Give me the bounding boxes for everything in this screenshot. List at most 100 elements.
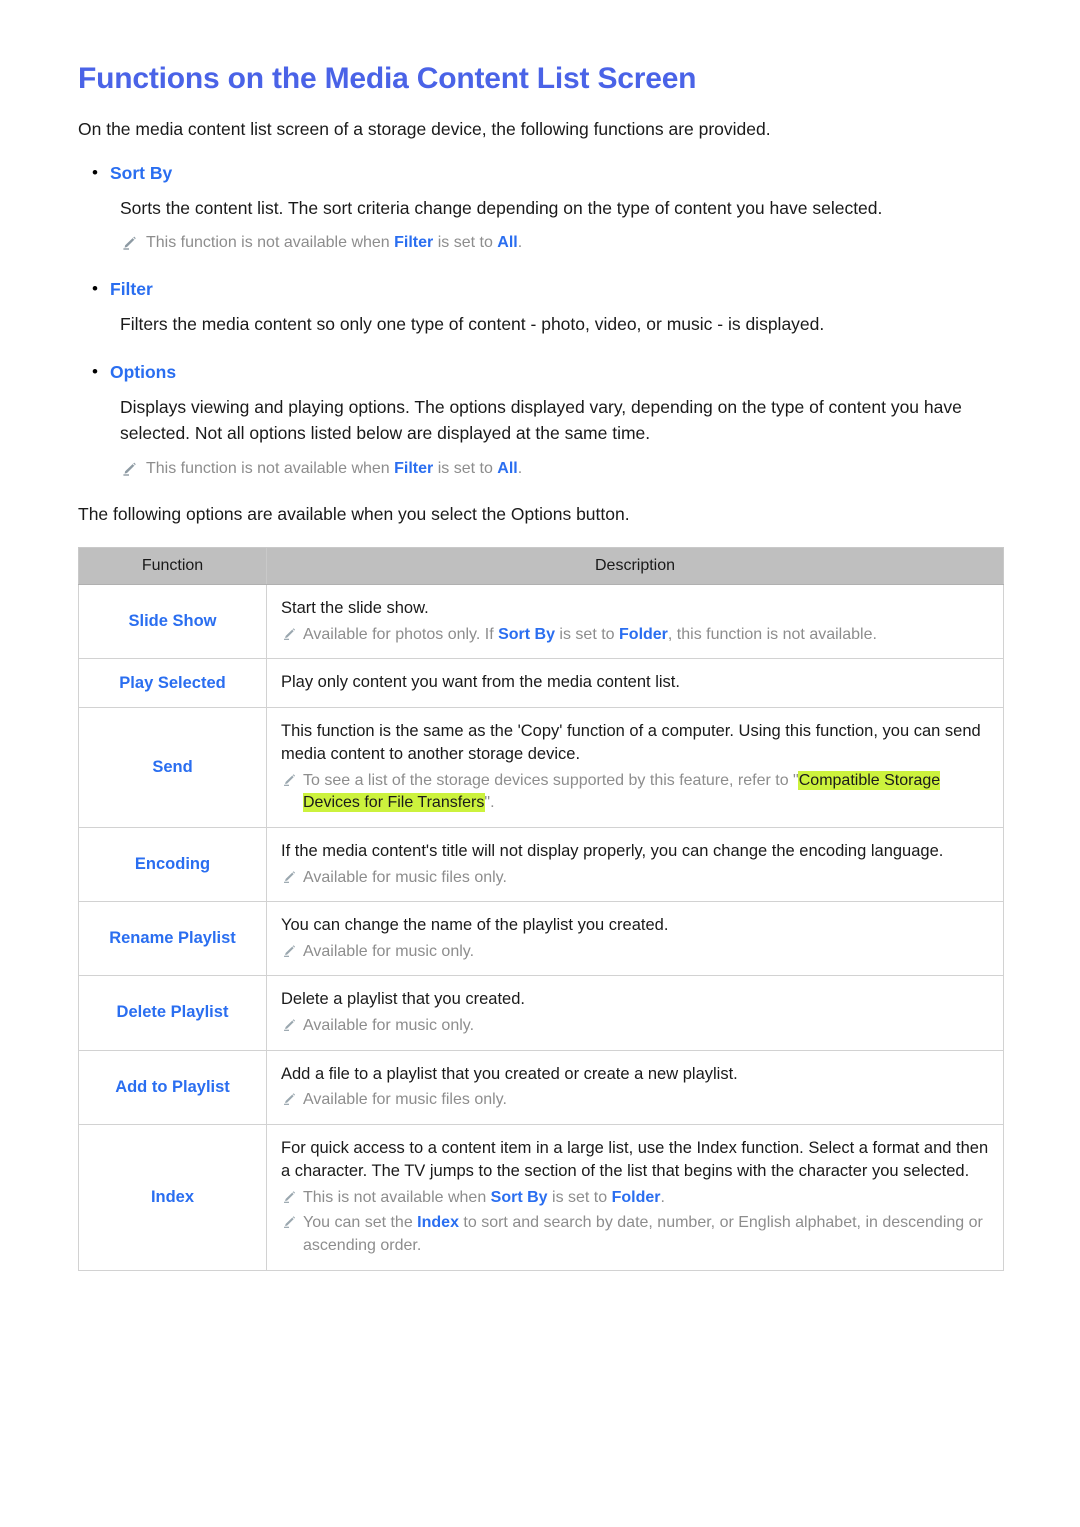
section-body-filter: Filters the media content so only one ty… (120, 313, 825, 334)
table-note: You can set the Index to sort and search… (281, 1212, 989, 1257)
note-text-segment: Available for photos only. If (303, 625, 499, 643)
note-keyword[interactable]: Index (417, 1214, 459, 1231)
table-cell-description: Start the slide show. Available for photo… (266, 584, 1004, 660)
table-note: Available for photos only. If Sort By is… (281, 624, 989, 647)
note-text-segment: is set to (547, 1188, 612, 1206)
column-header-description: Description (266, 547, 1004, 586)
note-mid: is set to (433, 234, 498, 252)
note-keyword[interactable]: Folder (612, 1189, 661, 1206)
note-text-segment: Available for music only. (303, 942, 475, 960)
note-post: . (517, 459, 523, 477)
note-keyword-filter[interactable]: Filter (394, 460, 433, 477)
table-row: Rename Playlist You can change the name o… (78, 901, 1004, 977)
note-text-segment: . (660, 1188, 665, 1206)
table-cell-function[interactable]: Index (78, 1123, 267, 1271)
table-note: Available for music only. (281, 941, 989, 964)
table-cell-description: For quick access to a content item in a … (266, 1123, 1004, 1271)
table-row: Index For quick access to a content item … (78, 1123, 1004, 1271)
note-keyword[interactable]: Sort By (491, 1189, 548, 1206)
description-line: If the media content's title will not di… (281, 842, 944, 861)
table-note-text: To see a list of the storage devices sup… (303, 770, 989, 815)
table-note-text: This is not available when Sort By is se… (303, 1187, 665, 1210)
column-header-function: Function (78, 547, 267, 586)
note-sort-by: This function is not available when Filt… (120, 231, 1002, 254)
note-text: This function is not available when Filt… (146, 231, 522, 254)
page-title: Functions on the Media Content List Scre… (78, 62, 697, 95)
table-cell-description: Delete a playlist that you created. Avail… (266, 975, 1004, 1051)
table-note: To see a list of the storage devices sup… (281, 770, 989, 815)
description-line: Start the slide show. (281, 599, 429, 618)
table-header-row: Function Description (78, 547, 1004, 586)
table-cell-description: Add a file to a playlist that you create… (266, 1049, 1004, 1125)
note-text-segment: Available for music only. (303, 1016, 475, 1034)
bullet-icon: • (92, 362, 98, 382)
section-label-options[interactable]: Options (110, 359, 176, 385)
section-filter: • Filter Filters the media content so on… (78, 276, 1002, 337)
table-note-text: You can set the Index to sort and search… (303, 1212, 989, 1257)
table-cell-function[interactable]: Send (78, 706, 267, 829)
description-line: Play only content you want from the medi… (281, 673, 680, 692)
section-label-filter[interactable]: Filter (110, 276, 153, 302)
note-post: . (517, 234, 523, 252)
pencil-icon (281, 1017, 303, 1033)
table-row: Play Selected Play only content you want … (78, 658, 1004, 708)
note-keyword-filter[interactable]: Filter (394, 234, 433, 251)
pencil-icon (281, 1214, 303, 1230)
table-row: Send This function is the same as the 'Co… (78, 706, 1004, 829)
note-keyword-all[interactable]: All (497, 234, 517, 251)
document-page: Functions on the Media Content List Scre… (0, 0, 1080, 1527)
note-options: This function is not available when Filt… (120, 457, 1002, 480)
pencil-icon (281, 943, 303, 959)
note-text-segment: This is not available when (303, 1188, 491, 1206)
table-cell-description: You can change the name of the playlist … (266, 901, 1004, 977)
table-cell-description: This function is the same as the 'Copy' … (266, 706, 1004, 829)
note-keyword[interactable]: Folder (619, 626, 668, 643)
table-row: Slide Show Start the slide show. Available… (78, 584, 1004, 660)
bullet-row: • Filter (78, 276, 1002, 302)
table-note-text: Available for music files only. (303, 867, 507, 890)
pencil-icon (281, 1189, 303, 1205)
table-note: This is not available when Sort By is se… (281, 1187, 989, 1210)
table-note: Available for music only. (281, 1015, 989, 1038)
note-keyword[interactable]: Sort By (498, 626, 555, 643)
table-cell-description: If the media content's title will not di… (266, 827, 1004, 903)
note-pre: This function is not available when (146, 459, 395, 477)
table-cell-function[interactable]: Add to Playlist (78, 1049, 267, 1125)
bullet-icon: • (92, 163, 98, 183)
note-text-segment: Available for music files only. (303, 868, 507, 886)
table-row: Add to Playlist Add a file to a playlist … (78, 1049, 1004, 1125)
note-text-segment: ". (484, 794, 495, 812)
table-note: Available for music files only. (281, 1089, 989, 1112)
table-row: Encoding If the media content's title wil… (78, 827, 1004, 903)
note-keyword-all[interactable]: All (497, 460, 517, 477)
section-body-sort-by: Sorts the content list. The sort criteri… (120, 197, 883, 218)
note-mid: is set to (433, 459, 498, 477)
table-cell-function[interactable]: Delete Playlist (78, 975, 267, 1051)
table-note-text: Available for music only. (303, 941, 474, 964)
bullet-icon: • (92, 279, 98, 299)
note-pre: This function is not available when (146, 234, 395, 252)
bullet-row: • Options (78, 359, 1002, 385)
pencil-icon (120, 234, 146, 252)
description-line: Add a file to a playlist that you create… (281, 1064, 738, 1083)
table-cell-function[interactable]: Rename Playlist (78, 901, 267, 977)
bullet-row: • Sort By (78, 160, 1002, 186)
note-text-segment: , this function is not available. (667, 625, 877, 643)
table-cell-function[interactable]: Play Selected (78, 658, 267, 708)
table-row: Delete Playlist Delete a playlist that yo… (78, 975, 1004, 1051)
pencil-icon (281, 1091, 303, 1107)
note-text-segment: Available for music files only. (303, 1090, 507, 1108)
description-line: You can change the name of the playlist … (281, 916, 669, 935)
description-line: This function is the same as the 'Copy' … (281, 721, 981, 764)
table-cell-description: Play only content you want from the medi… (266, 658, 1004, 708)
table-lead-in: The following options are available when… (78, 503, 630, 524)
pencil-icon (281, 772, 303, 788)
pencil-icon (120, 460, 146, 478)
note-text-segment: You can set the (303, 1214, 418, 1232)
table-cell-function[interactable]: Slide Show (78, 584, 267, 660)
section-label-sort-by[interactable]: Sort By (110, 160, 172, 186)
pencil-icon (281, 869, 303, 885)
table-note-text: Available for photos only. If Sort By is… (303, 624, 877, 647)
table-cell-function[interactable]: Encoding (78, 827, 267, 903)
description-line: For quick access to a content item in a … (281, 1138, 989, 1181)
